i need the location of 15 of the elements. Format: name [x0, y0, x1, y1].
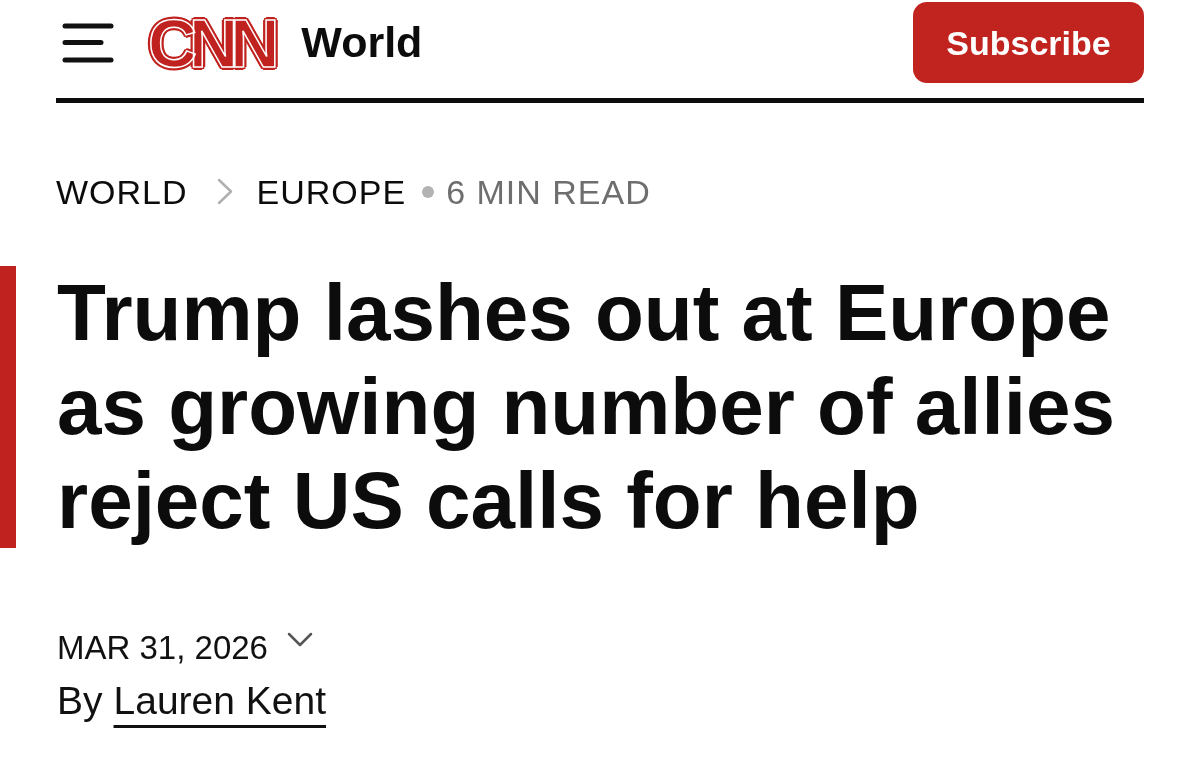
byline-prefix: By: [57, 681, 103, 720]
breadcrumb-link[interactable]: WORLD: [56, 174, 188, 209]
section-title[interactable]: World: [301, 21, 423, 64]
publish-date: MAR 31, 2026: [57, 631, 268, 664]
menu-button[interactable]: [62, 22, 114, 63]
logo[interactable]: CNN: [148, 12, 280, 73]
read-time: 6 MIN READ: [446, 174, 651, 209]
menu-icon: [62, 22, 114, 63]
chevron-down-icon: [286, 631, 313, 647]
chevron-right-icon: [216, 178, 233, 205]
headline: Trump lashes out at Europe as growing number of allies reject US calls for help: [57, 267, 1116, 547]
author-link[interactable]: Lauren Kent: [113, 681, 327, 720]
date-toggle[interactable]: [285, 630, 314, 648]
breadcrumb-link[interactable]: EUROPE: [256, 174, 407, 209]
subscribe-button[interactable]: Subscribe: [913, 2, 1144, 83]
